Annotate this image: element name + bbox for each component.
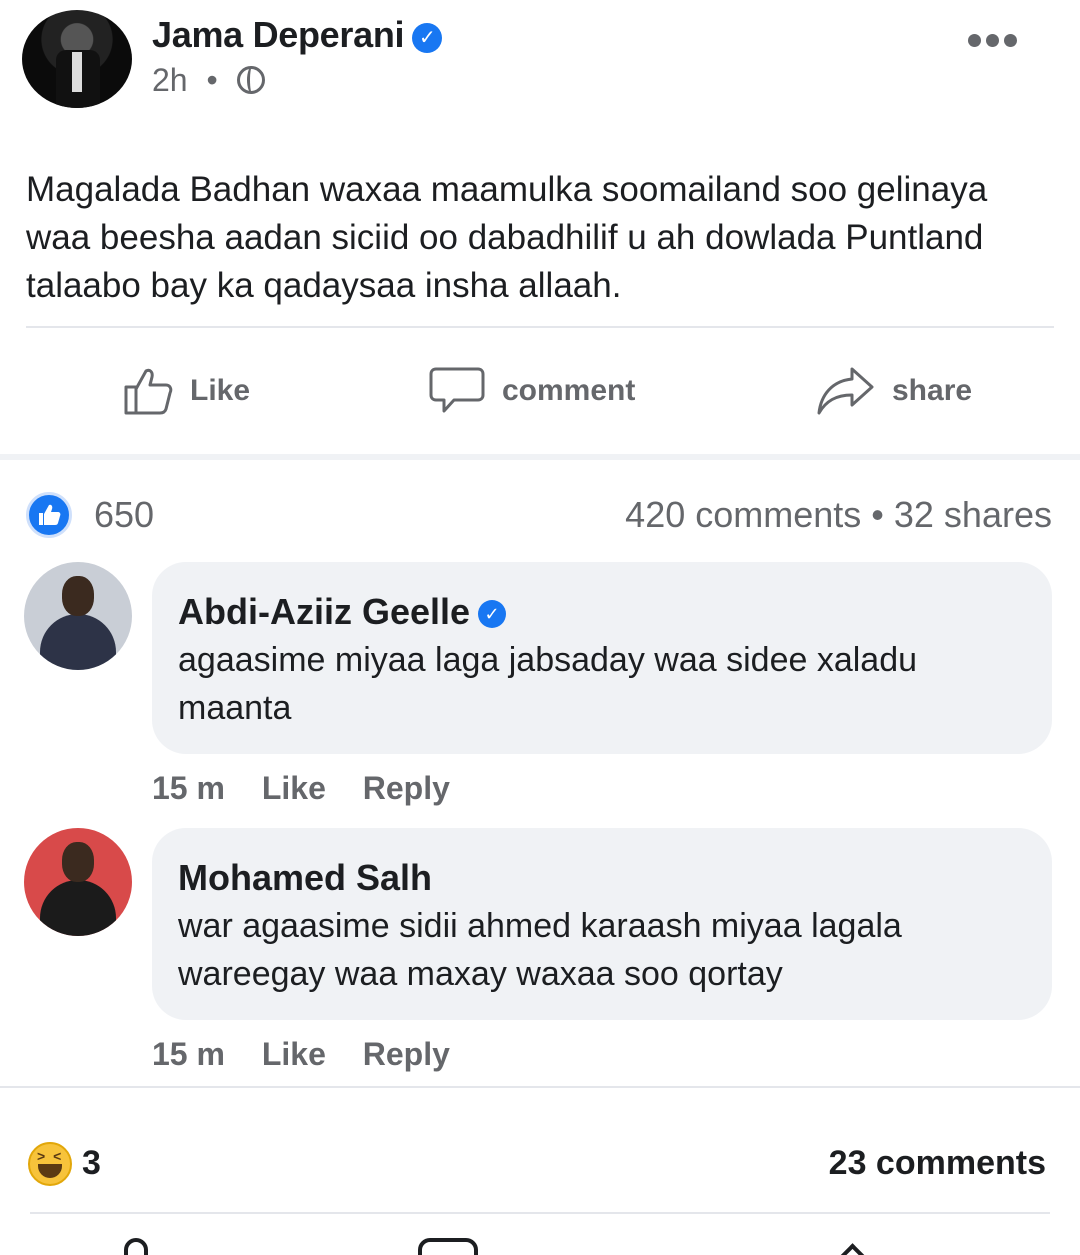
more-options-icon[interactable] [968, 34, 1024, 48]
thumbs-up-icon [124, 368, 173, 415]
author-name[interactable]: Jama Deperani ✓ [152, 14, 443, 56]
comment-text: war agaasime sidii ahmed karaash miyaa l… [178, 907, 902, 993]
haha-reaction-icon[interactable] [28, 1142, 72, 1186]
divider [30, 1212, 1050, 1214]
comment-text: agaasime miyaa laga jabsaday waa sidee x… [178, 641, 918, 727]
share-button[interactable]: share [816, 356, 972, 426]
post-stats: 650 420 comments • 32 shares [0, 490, 1080, 540]
verified-icon: ✓ [412, 23, 443, 53]
share-label: share [892, 374, 973, 407]
comments-shares-count[interactable]: 420 comments • 32 shares [625, 494, 1052, 536]
share-icon[interactable] [824, 1243, 874, 1255]
like-label: Like [190, 374, 251, 407]
comment-reply-button[interactable]: Reply [363, 1036, 450, 1072]
globe-icon [236, 66, 265, 94]
comment-icon [429, 367, 485, 413]
commenter-avatar[interactable] [24, 828, 132, 936]
next-post-stats: 3 23 comments [0, 1140, 1080, 1190]
verified-icon: ✓ [478, 600, 507, 628]
comment-like-button[interactable]: Like [262, 1036, 326, 1072]
commenter-avatar[interactable] [24, 562, 132, 670]
divider [26, 326, 1054, 328]
commenter-name[interactable]: Mohamed Salh [178, 854, 1026, 902]
post-header: Jama Deperani ✓ 2h • [0, 0, 1080, 130]
comment-like-button[interactable]: Like [262, 770, 326, 806]
comment-bubble: Abdi-Aziiz Geelle ✓ agaasime miyaa laga j… [152, 562, 1052, 754]
post-action-bar: Like comment share [0, 356, 1080, 426]
post-time[interactable]: 2h [152, 62, 188, 98]
comment-reply-button[interactable]: Reply [363, 770, 450, 806]
commenter-name[interactable]: Abdi-Aziiz Geelle ✓ [178, 588, 1026, 636]
author-avatar[interactable] [22, 10, 132, 108]
post-meta: 2h • [152, 62, 265, 99]
meta-separator: • [206, 62, 218, 98]
reaction-count[interactable]: 3 [82, 1144, 101, 1183]
author-name-text[interactable]: Jama Deperani [152, 14, 405, 55]
section-separator [0, 454, 1080, 460]
post-text: Magalada Badhan waxaa maamulka soomailan… [26, 170, 988, 305]
comment-icon[interactable] [418, 1238, 478, 1255]
next-post-comments-count[interactable]: 23 comments [829, 1144, 1046, 1183]
comment-button[interactable]: comment [428, 356, 635, 426]
like-reaction-icon[interactable] [26, 492, 72, 538]
cut-off-action-bar [0, 1234, 1080, 1255]
comment-label: comment [502, 374, 636, 407]
like-icon[interactable] [124, 1238, 148, 1255]
comment-meta: 15 m Like Reply [152, 770, 478, 807]
comment-bubble: Mohamed Salh war agaasime sidii ahmed ka… [152, 828, 1052, 1020]
like-count[interactable]: 650 [94, 494, 154, 536]
commenter-name-text[interactable]: Abdi-Aziiz Geelle [178, 591, 470, 632]
share-icon [817, 367, 874, 415]
comment-meta: 15 m Like Reply [152, 1036, 478, 1073]
comment-time[interactable]: 15 m [152, 770, 225, 806]
divider [0, 1086, 1080, 1088]
comment-time[interactable]: 15 m [152, 1036, 225, 1072]
like-button[interactable]: Like [122, 356, 250, 426]
